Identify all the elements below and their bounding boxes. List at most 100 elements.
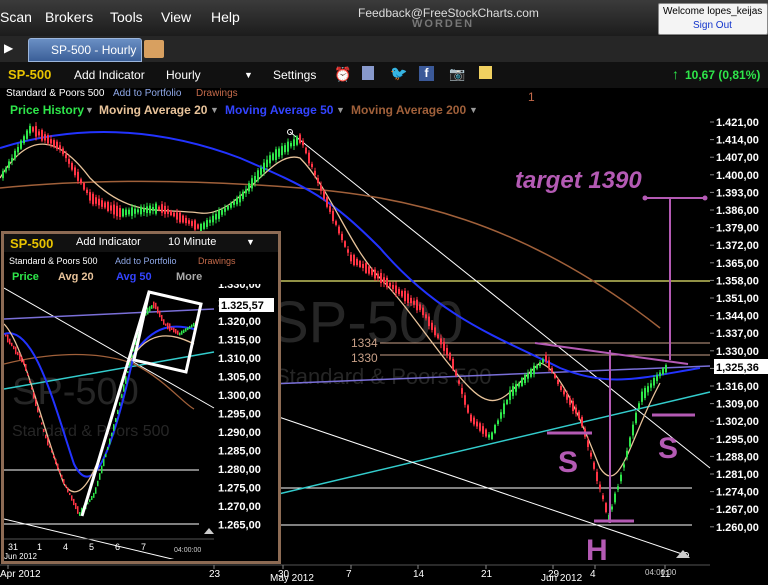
candle-body (179, 212, 181, 223)
candle-body (74, 167, 76, 176)
inset-candle (13, 345, 15, 350)
candle-body (314, 170, 316, 176)
add-to-portfolio-link[interactable]: Add to Portfolio (113, 88, 181, 99)
alarm-icon[interactable]: ⏰ (334, 66, 351, 83)
tab-sp500-hourly[interactable]: SP-500 - Hourly (28, 38, 142, 62)
inset-price-axis: 1.330,001.325,001.320,001.315,001.310,00… (218, 284, 261, 532)
candle-body (101, 200, 103, 207)
candle-body (401, 290, 403, 297)
candle-body (491, 432, 493, 440)
indicator-ma20[interactable]: Moving Average 20 (99, 103, 207, 117)
indicator-ma50[interactable]: Moving Average 50 (225, 103, 333, 117)
inset-candle (19, 353, 21, 360)
candle-body (149, 205, 151, 214)
candle-body (422, 307, 424, 316)
inset-indicator-avg50[interactable]: Avg 50 (116, 271, 152, 283)
head-label: H (586, 534, 608, 567)
twitter-icon[interactable]: 🐦 (390, 65, 407, 82)
candle-body (512, 386, 514, 396)
sign-out-link[interactable]: Sign Out (693, 20, 732, 31)
inset-price-tick-label: 1.270,00 (218, 501, 261, 513)
candle-body (197, 224, 199, 229)
candle-body (56, 141, 58, 150)
lower-channel-line (269, 413, 689, 557)
indicator-ma200[interactable]: Moving Average 200 (351, 103, 466, 117)
menu-brokers[interactable]: Brokers (45, 9, 93, 25)
camera-icon[interactable]: 📷 (449, 66, 465, 82)
inset-price-tick-label: 1.280,00 (218, 464, 261, 476)
play-icon[interactable]: ▶ (4, 41, 13, 55)
price-tick-label: 1.372,00 (716, 240, 759, 252)
note-icon[interactable] (479, 66, 492, 79)
inset-time-axis: 31 1 4 5 6 7 Jun 2012 (4, 542, 146, 559)
inset-period-select[interactable]: 10 Minute (168, 236, 216, 248)
candle-body (194, 220, 196, 230)
menu-help[interactable]: Help (211, 9, 240, 25)
menu-view[interactable]: View (161, 9, 191, 25)
chevron-down-icon[interactable]: ▼ (85, 105, 94, 115)
inset-candle (103, 458, 105, 467)
candle-body (494, 425, 496, 433)
candle-body (77, 171, 79, 181)
candle-body (404, 290, 406, 302)
inset-indicator-price[interactable]: Price (12, 271, 39, 283)
inset-candle (7, 334, 9, 343)
inset-price-tick-label: 1.320,00 (218, 316, 261, 328)
brand-logo: WORDEN (412, 18, 475, 30)
inset-add-to-portfolio-link[interactable]: Add to Portfolio (115, 256, 177, 266)
chevron-down-icon[interactable]: ▼ (469, 105, 478, 115)
candle-body (167, 209, 169, 214)
candle-body (125, 209, 127, 216)
inset-candle (35, 398, 37, 407)
time-sublabel: Jun 2012 (541, 573, 583, 584)
inset-candle (161, 314, 163, 322)
symbol-label[interactable]: SP-500 (8, 67, 51, 82)
inset-candle (89, 499, 91, 503)
inset-scroll-arrow-icon[interactable] (204, 528, 214, 534)
drawings-link[interactable]: Drawings (196, 88, 238, 99)
database-icon[interactable] (362, 66, 374, 80)
chevron-down-icon[interactable]: ▼ (336, 105, 345, 115)
candle-body (23, 136, 25, 144)
candle-body (380, 272, 382, 284)
inset-time-tick-label: 31 (8, 542, 18, 552)
inset-candle (77, 506, 79, 514)
chevron-down-icon[interactable]: ▼ (210, 105, 219, 115)
inset-add-indicator-button[interactable]: Add Indicator (76, 236, 141, 248)
inset-price-tick-label: 1.300,00 (218, 390, 261, 402)
indicator-price-history[interactable]: Price History (10, 103, 84, 117)
inset-candle (109, 438, 111, 445)
neckline (534, 342, 689, 365)
candle-body (578, 411, 580, 419)
inset-drawings-link[interactable]: Drawings (198, 256, 236, 266)
inset-more-button[interactable]: More (176, 271, 202, 283)
menu-tools[interactable]: Tools (110, 9, 143, 25)
inset-candle (163, 319, 165, 325)
candle-body (104, 202, 106, 208)
candle-body (164, 205, 166, 215)
candle-body (590, 452, 592, 457)
candle-body (95, 197, 97, 204)
chevron-down-icon[interactable]: ▼ (246, 237, 255, 247)
period-chevron-icon[interactable]: ▼ (244, 70, 253, 80)
candle-body (377, 273, 379, 279)
candle-body (29, 125, 31, 134)
time-label: 04:00:00 (645, 568, 677, 577)
inset-symbol[interactable]: SP-500 (10, 236, 53, 251)
inset-last-price: 1.325,57 (221, 300, 264, 312)
menu-scan[interactable]: Scan (0, 9, 32, 25)
price-tick-label: 1.393,00 (716, 187, 759, 199)
facebook-icon[interactable]: f (419, 66, 434, 81)
add-indicator-button[interactable]: Add Indicator (74, 68, 145, 82)
candle-body (155, 203, 157, 214)
inset-price-chart[interactable]: SP-500 Standard & Poors 500 1.330,001.32… (4, 284, 278, 559)
settings-button[interactable]: Settings (273, 68, 316, 82)
price-tick-label: 1.421,00 (716, 118, 759, 129)
inset-indicator-avg20[interactable]: Avg 20 (58, 271, 94, 283)
menu-bar: Scan Brokers Tools View Help Feedback@Fr… (0, 0, 768, 36)
new-tab-icon[interactable] (144, 40, 164, 58)
candle-body (80, 179, 82, 184)
candle-body (113, 204, 115, 215)
period-select[interactable]: Hourly (166, 68, 201, 82)
up-arrow-icon: ↑ (672, 66, 679, 82)
